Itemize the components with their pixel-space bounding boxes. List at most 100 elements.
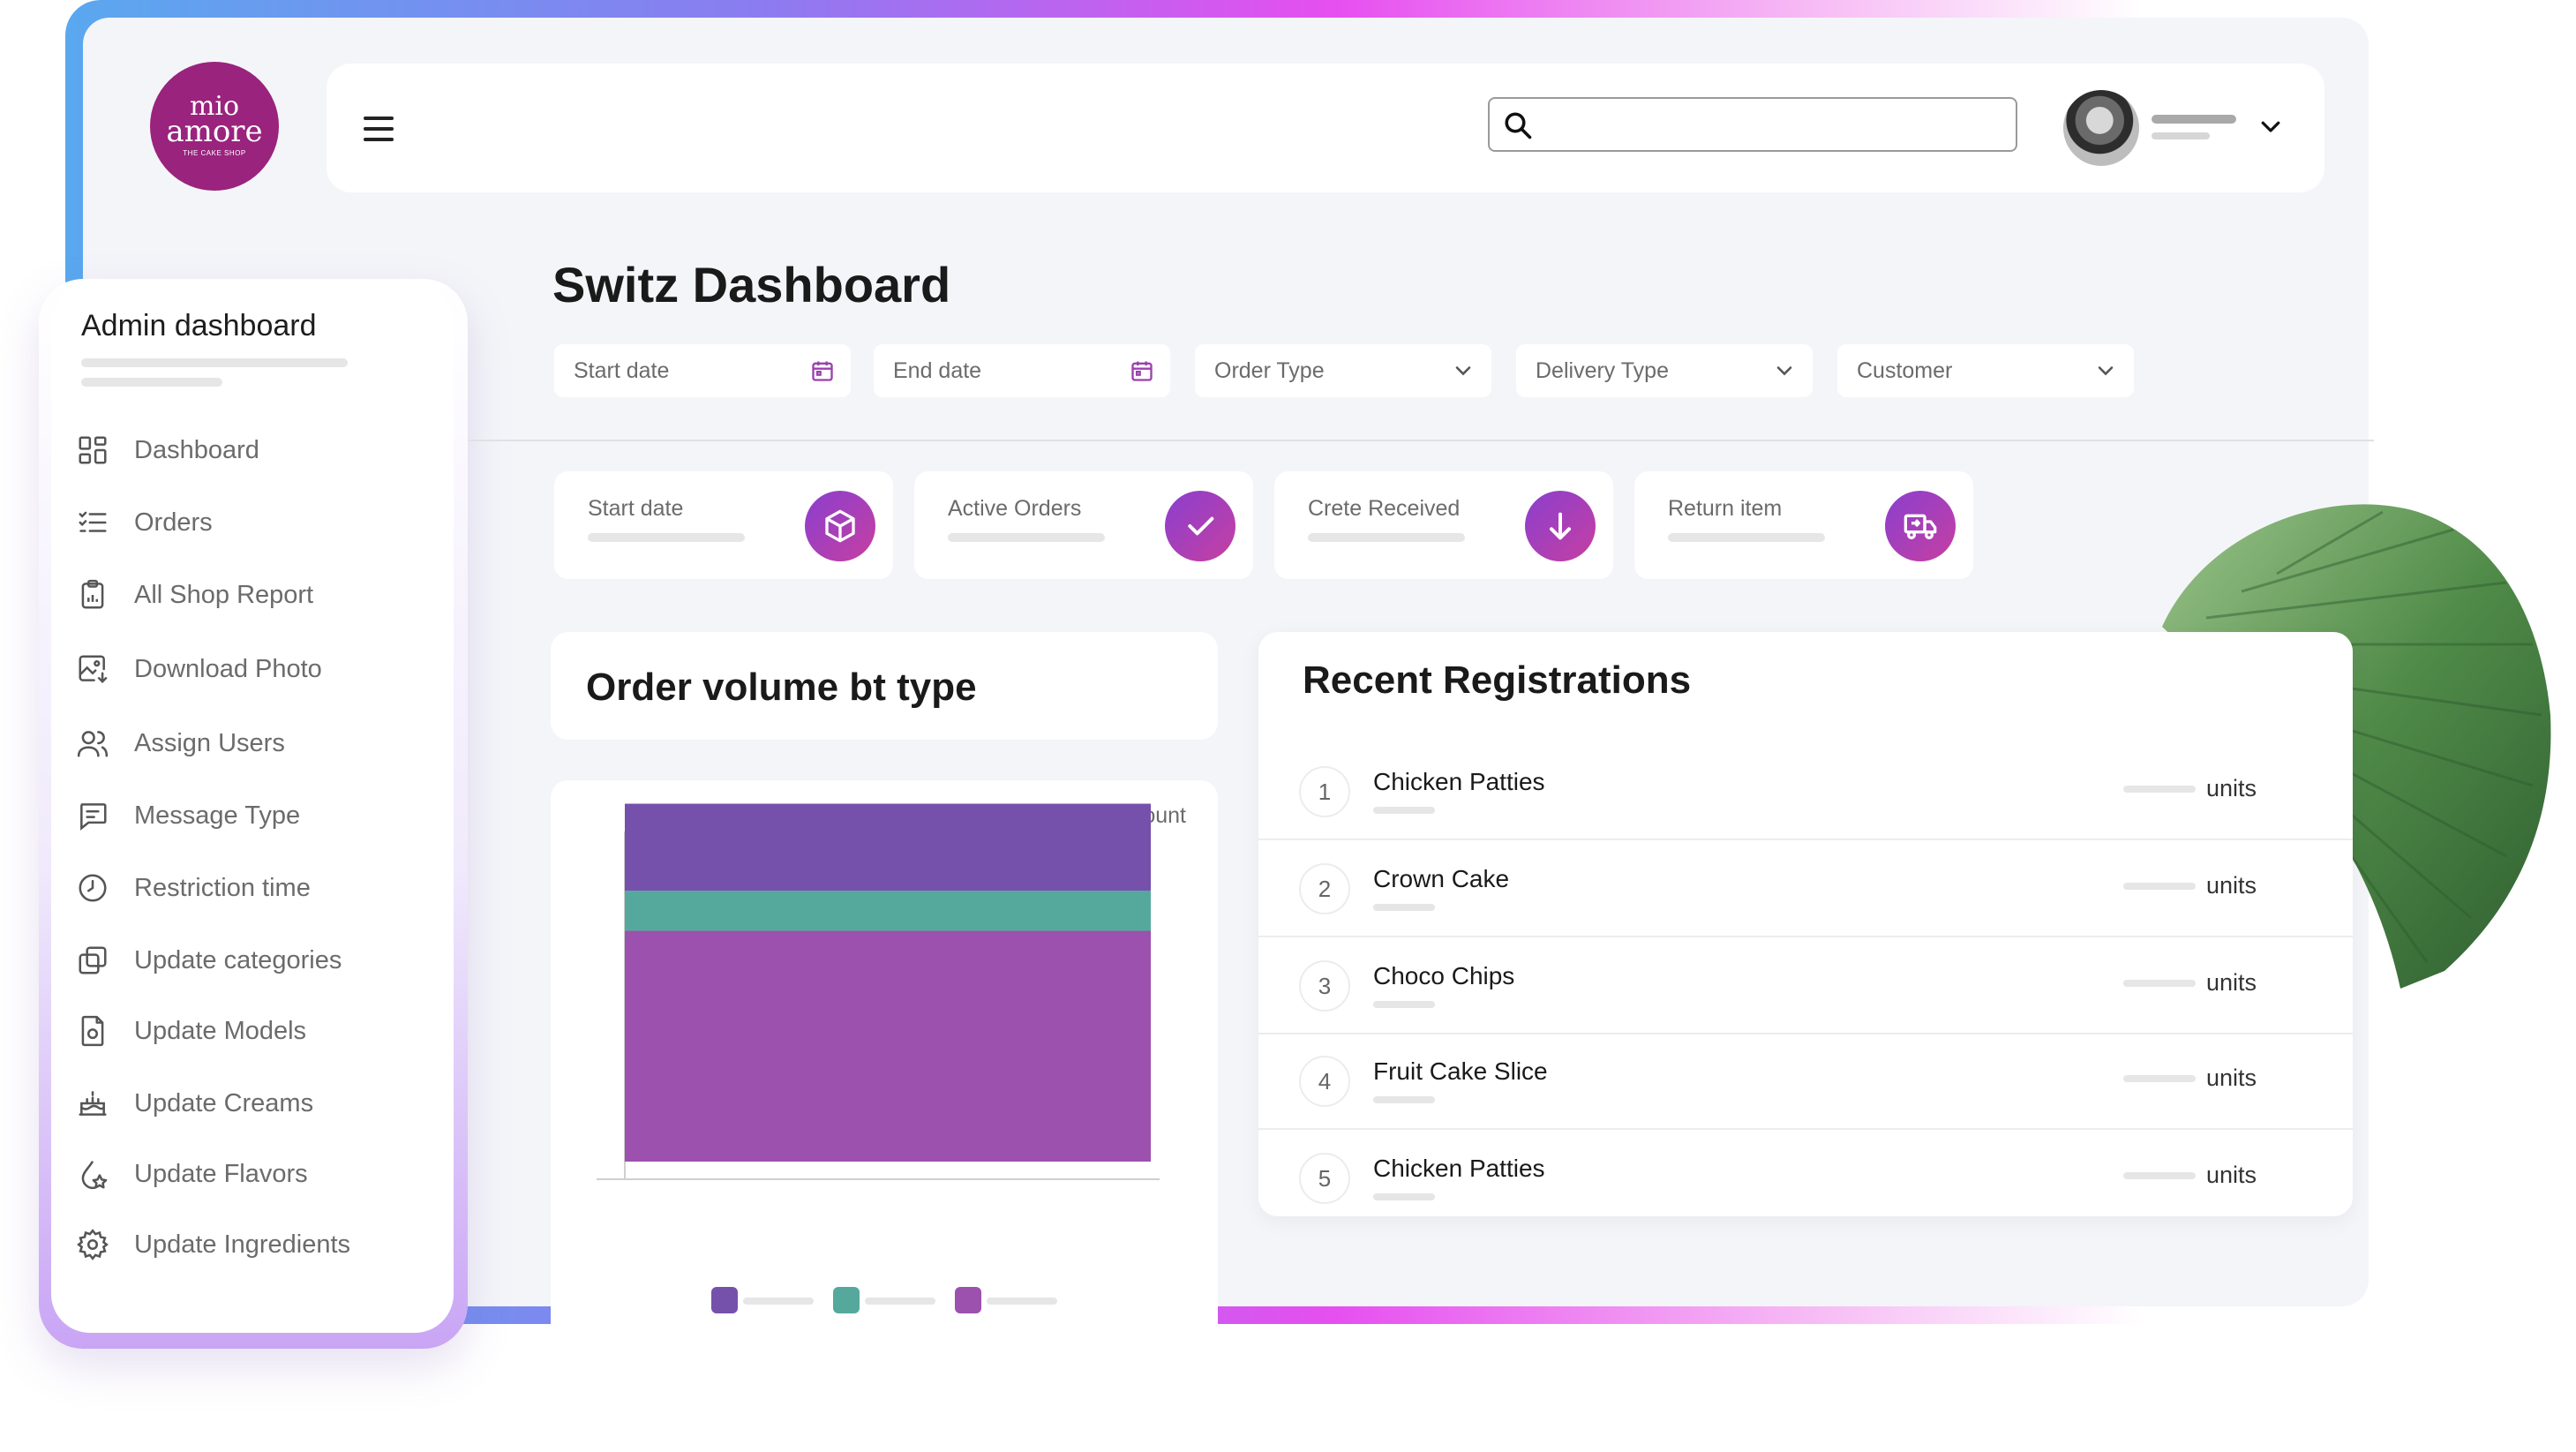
gear-icon (77, 1229, 109, 1260)
chevron-down-icon[interactable] (2257, 113, 2284, 139)
sidebar-placeholder-bar (81, 358, 348, 367)
clock-icon (79, 874, 107, 902)
drop-flavor-icon (81, 1161, 108, 1190)
legend-label-placeholder (743, 1298, 814, 1305)
item-placeholder-bar (1373, 1001, 1435, 1008)
sidebar-item-all-shop-report[interactable]: All Shop Report (76, 570, 438, 620)
stat-placeholder-bar (1668, 533, 1825, 542)
sidebar-item-update-ingredients[interactable]: Update Ingredients (76, 1220, 438, 1269)
sidebar-item-update-flavors[interactable]: Update Flavors (76, 1149, 438, 1199)
delivery-truck-icon (1904, 514, 1937, 539)
stat-label: Crete Received (1308, 496, 1461, 521)
sidebar-item-label: Dashboard (134, 435, 259, 464)
stat-placeholder-bar (588, 533, 745, 542)
list-item[interactable]: 3 Choco Chips units (1258, 939, 2353, 1034)
sidebar-item-label: Update categories (134, 945, 342, 974)
order-volume-header: Order volume bt type (551, 632, 1218, 740)
sidebar-item-label: Update Creams (134, 1088, 314, 1117)
item-name: Crown Cake (1373, 865, 1510, 892)
search-input[interactable] (1544, 106, 2007, 145)
chevron-down-icon (1776, 366, 1792, 376)
sidebar-item-update-creams[interactable]: Update Creams (76, 1079, 438, 1128)
sidebar-item-update-models[interactable]: Update Models (76, 1006, 438, 1056)
logo-tagline: THE CAKE SHOP (183, 148, 246, 157)
legend-swatch-2 (833, 1287, 860, 1313)
stat-placeholder-bar (1308, 533, 1465, 542)
bar-segment-3 (625, 803, 1151, 892)
item-name: Chicken Patties (1373, 768, 1545, 795)
units-placeholder-bar (2123, 1075, 2196, 1082)
stat-icon-badge (1165, 491, 1235, 561)
bar-segment-2 (625, 891, 1151, 931)
sidebar-item-orders[interactable]: Orders (76, 498, 438, 547)
legend-swatch-1 (711, 1287, 738, 1313)
delivery-type-label: Delivery Type (1536, 357, 1669, 383)
units-label: units (2206, 969, 2257, 996)
item-placeholder-bar (1373, 807, 1435, 814)
item-placeholder-bar (1373, 904, 1435, 911)
sidebar-title: Admin dashboard (81, 309, 317, 342)
order-volume-chart-card: Order Count (551, 780, 1218, 1373)
legend-swatch-3 (955, 1287, 981, 1313)
recent-registrations-card: Recent Registrations 1 Chicken Patties u… (1258, 632, 2353, 1216)
sidebar-item-message-type[interactable]: Message Type (76, 791, 438, 840)
sidebar-placeholder-bar (81, 378, 222, 387)
message-icon (80, 803, 107, 831)
item-placeholder-bar (1373, 1096, 1435, 1103)
rank-badge: 3 (1299, 960, 1350, 1012)
brand-logo[interactable]: mio amore THE CAKE SHOP (150, 62, 279, 191)
sidebar-item-label: Download Photo (134, 654, 322, 683)
list-item[interactable]: 2 Crown Cake units (1258, 842, 2353, 937)
menu-icon[interactable] (364, 117, 394, 141)
end-date-field[interactable]: End date (874, 344, 1170, 397)
item-name: Chicken Patties (1373, 1155, 1545, 1182)
list-item[interactable]: 1 Chicken Patties units (1258, 745, 2353, 840)
order-type-label: Order Type (1214, 357, 1325, 383)
item-name: Choco Chips (1373, 962, 1515, 989)
start-date-label: Start date (574, 357, 670, 383)
order-type-select[interactable]: Order Type (1195, 344, 1491, 397)
stat-label: Start date (588, 496, 684, 521)
dashboard-icon (79, 436, 107, 464)
arrow-down-icon (1550, 512, 1571, 540)
stat-card-start-date[interactable]: Start date (554, 471, 893, 579)
user-avatar[interactable] (2063, 90, 2139, 166)
sidebar-item-label: Restriction time (134, 873, 311, 902)
sidebar-item-restriction-time[interactable]: Restriction time (76, 863, 438, 913)
sidebar-item-assign-users[interactable]: Assign Users (76, 718, 438, 768)
list-item[interactable]: 5 Chicken Patties units (1258, 1132, 2353, 1227)
user-role-placeholder (2152, 132, 2210, 139)
list-item[interactable]: 4 Fruit Cake Slice units (1258, 1034, 2353, 1130)
order-volume-chart (597, 803, 1160, 1313)
image-download-icon (79, 655, 108, 684)
units-label: units (2206, 1065, 2257, 1091)
legend-label-placeholder (865, 1298, 935, 1305)
sidebar-item-update-categories[interactable]: Update categories (76, 936, 438, 985)
stat-placeholder-bar (948, 533, 1105, 542)
search-box[interactable] (1488, 97, 2017, 152)
section-divider (468, 440, 2374, 441)
page-title: Switz Dashboard (552, 257, 951, 312)
units-placeholder-bar (2123, 980, 2196, 987)
stat-label: Active Orders (948, 496, 1082, 521)
sidebar-item-label: Update Models (134, 1016, 307, 1045)
item-placeholder-bar (1373, 1193, 1435, 1200)
sidebar-item-label: Update Flavors (134, 1159, 308, 1188)
sidebar-item-dashboard[interactable]: Dashboard (76, 425, 438, 475)
stat-card-active-orders[interactable]: Active Orders (914, 471, 1253, 579)
stat-icon-badge (1885, 491, 1956, 561)
start-date-field[interactable]: Start date (554, 344, 851, 397)
chevron-down-icon (2098, 366, 2114, 376)
calendar-icon (812, 361, 833, 381)
file-model-icon (81, 1015, 104, 1047)
delivery-type-select[interactable]: Delivery Type (1516, 344, 1813, 397)
rank-badge: 2 (1299, 863, 1350, 914)
sidebar-item-label: Assign Users (134, 728, 285, 757)
stat-card-return-item[interactable]: Return item (1634, 471, 1973, 579)
chevron-down-icon (1455, 366, 1471, 376)
sidebar-item-label: Message Type (134, 801, 301, 830)
sidebar-item-download-photo[interactable]: Download Photo (76, 644, 438, 694)
customer-select[interactable]: Customer (1837, 344, 2134, 397)
item-name: Fruit Cake Slice (1373, 1057, 1548, 1085)
stat-card-crete-received[interactable]: Crete Received (1274, 471, 1613, 579)
